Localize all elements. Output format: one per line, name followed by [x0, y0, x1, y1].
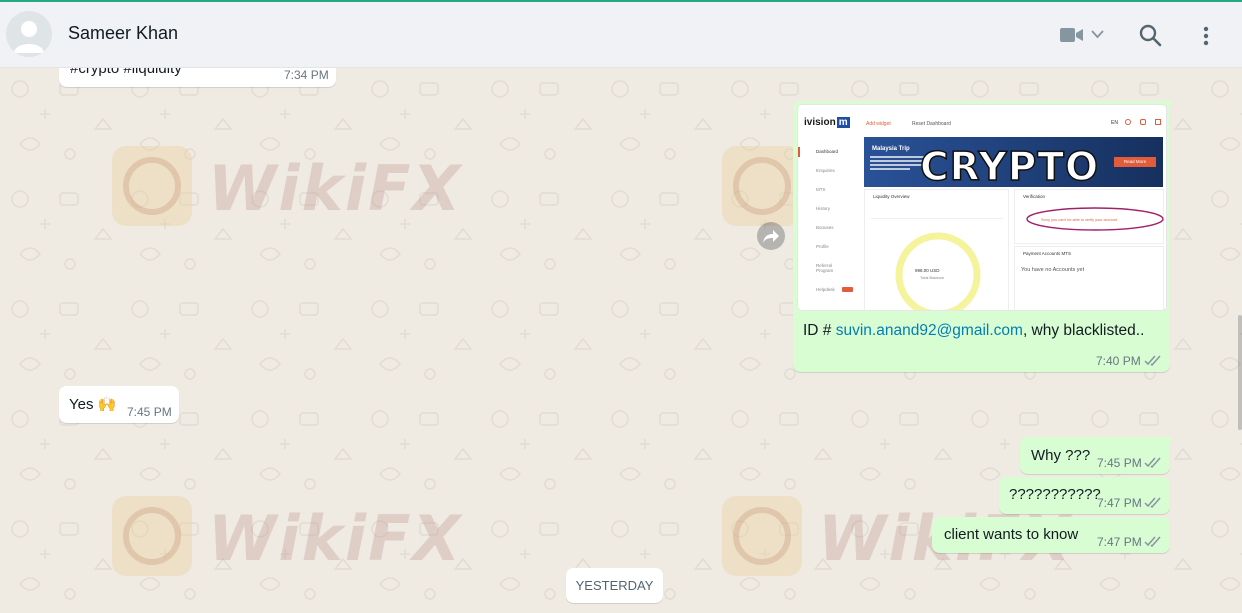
image-logo: ivision m	[804, 117, 850, 128]
message-text: client wants to know	[944, 526, 1079, 543]
banner-fine-print	[870, 155, 924, 173]
bubble-tail-icon	[1164, 437, 1174, 447]
header-overlay: Sameer Khan	[0, 2, 1242, 68]
reset-dashboard-link: Reset Dashboard	[912, 121, 951, 127]
sidebar-item: Enquiries	[816, 168, 835, 173]
message-text: ???????????	[1009, 486, 1101, 503]
panel-title: Verification	[1023, 194, 1046, 199]
sidebar-item: MTS	[816, 187, 826, 192]
add-widget-link: Add widget	[866, 121, 891, 127]
watermark-text: WikiFX	[208, 152, 463, 225]
search-icon[interactable]	[1139, 24, 1162, 47]
gauge-label: Total Balance	[920, 275, 945, 280]
contact-avatar[interactable]	[6, 11, 52, 57]
menu-icon[interactable]	[1202, 25, 1210, 47]
logo-text: ivision	[804, 117, 836, 128]
crypto-banner: Malaysia Trip CRYPTO Read More	[864, 137, 1163, 187]
liquidity-panel: Liquidity Overview 998.00 USD Total Bala…	[864, 189, 1009, 310]
message-text: Yes 🙌	[69, 396, 117, 413]
sidebar-item: Referral Program	[816, 263, 834, 273]
bell-icon	[1140, 119, 1146, 125]
image-sidebar: Dashboard Enquiries MTS History Bonuses …	[798, 141, 860, 310]
watermark-logo-icon	[112, 496, 192, 576]
panel-title: Liquidity Overview	[873, 194, 910, 199]
payment-empty-text: You have no Accounts yet	[1021, 267, 1085, 273]
watermark-logo-icon	[722, 146, 802, 226]
caption-suffix: , why blacklisted..	[1022, 322, 1145, 339]
double-check-icon	[1144, 536, 1161, 547]
sidebar-item: Dashboard	[816, 149, 839, 154]
forward-button[interactable]	[757, 222, 785, 250]
payment-panel: Payment Accounts MTS You have no Account…	[1014, 246, 1164, 310]
banner-button: Read More	[1114, 157, 1156, 167]
watermark: WikiFX	[720, 494, 1070, 583]
scrollbar-thumb[interactable]	[1238, 315, 1242, 430]
new-badge	[842, 287, 853, 292]
panel-title: Payment Accounts MTS	[1023, 251, 1072, 256]
message-text: Why ???	[1031, 447, 1091, 464]
message-time: 7:40 PM	[1096, 354, 1141, 368]
sidebar-item: Profile	[816, 244, 829, 249]
outgoing-message[interactable]: Why ??? 7:45 PM	[1020, 437, 1174, 474]
theme-icon	[1125, 119, 1131, 125]
avatar-icon	[14, 21, 44, 53]
shared-image[interactable]: ivision m Add widget Reset Dashboard EN D…	[797, 104, 1167, 311]
outgoing-message[interactable]: ??????????? 7:47 PM	[999, 477, 1170, 514]
watermark-logo-icon	[112, 146, 192, 226]
banner-title: Malaysia Trip	[872, 146, 910, 152]
watermark-text: WikiFX	[208, 502, 463, 575]
date-divider: YESTERDAY	[566, 568, 663, 603]
forward-icon	[763, 230, 779, 243]
sidebar-item: Helpdesk	[816, 287, 835, 292]
top-accent-line	[0, 0, 1242, 2]
gauge-value: 998.00 USD	[915, 268, 940, 273]
sidebar-item: Bonuses	[816, 225, 834, 230]
email-link[interactable]: suvin.anand92@gmail.com	[836, 322, 1023, 339]
image-caption: ID # suvin.anand92@gmail.com, why blackl…	[803, 322, 1144, 340]
video-call-icon[interactable]	[1060, 27, 1084, 43]
chevron-down-icon[interactable]	[1091, 30, 1104, 39]
sidebar-item: History	[816, 206, 831, 211]
message-time: 7:45 PM	[1097, 456, 1142, 470]
double-check-icon	[1144, 355, 1161, 366]
message-time: 7:47 PM	[1097, 496, 1142, 510]
message-time: 7:47 PM	[1097, 535, 1142, 549]
language-label: EN	[1111, 120, 1118, 126]
caption-prefix: ID #	[803, 322, 836, 339]
banner-word: CRYPTO	[919, 144, 1100, 187]
watermark: WikiFX	[720, 144, 1070, 233]
contact-name[interactable]: Sameer Khan	[68, 23, 178, 44]
message-time: 7:34 PM	[284, 68, 329, 82]
watermark: WikiFX	[110, 144, 460, 233]
verification-panel: Verification Sorry you can't be able to …	[1014, 189, 1164, 244]
verification-warning: Sorry you can't be able to verify your a…	[1041, 218, 1117, 222]
panel-row	[871, 210, 1003, 219]
double-check-icon	[1144, 497, 1161, 508]
incoming-message[interactable]: Yes 🙌 7:45 PM	[59, 386, 179, 423]
outgoing-message[interactable]: client wants to know 7:47 PM	[932, 517, 1170, 553]
active-indicator	[798, 147, 800, 157]
logo-badge: m	[836, 117, 850, 128]
watermark: WikiFX	[110, 494, 460, 583]
logout-icon	[1155, 119, 1161, 125]
message-time: 7:45 PM	[127, 405, 172, 419]
watermark-logo-icon	[722, 496, 802, 576]
double-check-icon	[1144, 457, 1161, 468]
